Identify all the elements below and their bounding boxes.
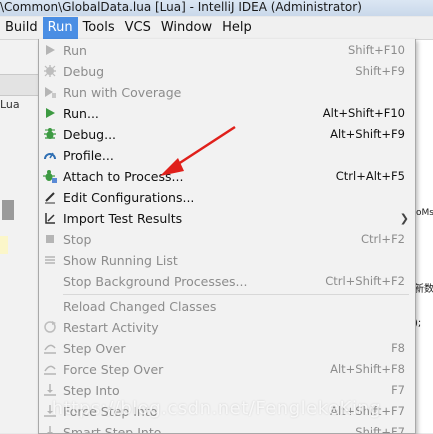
menu-item-debug-dialog[interactable]: Debug... Alt+Shift+F9: [39, 124, 415, 145]
run-icon: [43, 43, 57, 57]
submenu-arrow-icon: ❯: [399, 212, 409, 225]
list-icon: [43, 253, 57, 267]
window-title: \Common\GlobalData.lua [Lua] - IntelliJ …: [0, 0, 362, 14]
run-icon: [43, 106, 57, 120]
run-menu-dropdown: Run Shift+F10 Debug Shift+F9 Run with Co…: [38, 39, 416, 434]
gutter-selection: [2, 200, 14, 220]
force-step-into-icon: [43, 404, 57, 418]
editor-code-area[interactable]: oMsg 新数 );: [414, 40, 433, 433]
menu-item-shortcut: Ctrl+Alt+F5: [335, 169, 405, 183]
editor-tab[interactable]: [0, 74, 38, 96]
menu-item-reload-changed-classes[interactable]: Reload Changed Classes: [39, 296, 415, 317]
menu-item-label: Profile...: [63, 148, 114, 163]
menu-window[interactable]: Window: [156, 17, 217, 39]
menu-item-label: Run...: [63, 106, 99, 121]
attach-icon: [43, 169, 57, 183]
menu-item-label: Import Test Results: [63, 211, 183, 226]
menu-item-label: Run: [63, 43, 87, 58]
menu-build[interactable]: Build: [0, 17, 43, 39]
window-title-bar: \Common\GlobalData.lua [Lua] - IntelliJ …: [0, 0, 433, 16]
profile-icon: [43, 148, 57, 162]
menu-item-force-step-over[interactable]: Force Step Over Alt+Shift+F8: [39, 359, 415, 380]
debug-icon: [43, 64, 57, 78]
menu-item-shortcut: Ctrl+Shift+F2: [325, 274, 405, 288]
menu-item-label: Debug...: [63, 127, 117, 142]
menu-item-label: Attach to Process...: [63, 169, 184, 184]
menu-separator: [63, 294, 409, 295]
menu-item-label: Run with Coverage: [63, 85, 182, 100]
menu-item-run-with-coverage[interactable]: Run with Coverage: [39, 82, 415, 103]
menu-item-restart-activity[interactable]: Restart Activity: [39, 317, 415, 338]
menu-bar: Build Run Tools VCS Window Help: [0, 17, 433, 40]
code-fragment: 新数: [414, 284, 433, 295]
menu-item-shortcut: Alt+Shift+F8: [330, 362, 405, 376]
restart-icon: [43, 320, 57, 334]
menu-item-shortcut: F8: [391, 341, 405, 355]
coverage-icon: [43, 85, 57, 99]
menu-item-label: Reload Changed Classes: [63, 299, 217, 314]
menu-item-attach-to-process[interactable]: Attach to Process... Ctrl+Alt+F5: [39, 166, 415, 187]
menu-item-shortcut: Alt+Shift+F9: [330, 127, 405, 141]
step-into-icon: [43, 383, 57, 397]
menu-item-show-running-list[interactable]: Show Running List: [39, 250, 415, 271]
menu-item-shortcut: Shift+F7: [355, 425, 405, 434]
menu-item-label: Restart Activity: [63, 320, 159, 335]
step-over-icon: [43, 341, 57, 355]
debug-icon: [43, 127, 57, 141]
stop-icon: [43, 232, 57, 246]
menu-vcs[interactable]: VCS: [120, 17, 156, 39]
edit-icon: [43, 190, 57, 204]
current-line-highlight: [0, 236, 8, 254]
menu-item-stop-background-processes[interactable]: Stop Background Processes... Ctrl+Shift+…: [39, 271, 415, 292]
menu-help[interactable]: Help: [217, 17, 257, 39]
menu-item-label: Force Step Into: [63, 404, 158, 419]
project-panel: Lua: [0, 40, 38, 433]
menu-item-stop[interactable]: Stop Ctrl+F2: [39, 229, 415, 250]
menu-item-label: Step Over: [63, 341, 126, 356]
menu-item-run[interactable]: Run Shift+F10: [39, 40, 415, 61]
menu-item-debug[interactable]: Debug Shift+F9: [39, 61, 415, 82]
menu-item-label: Show Running List: [63, 253, 178, 268]
menu-item-run-dialog[interactable]: Run... Alt+Shift+F10: [39, 103, 415, 124]
menu-item-label: Edit Configurations...: [63, 190, 195, 205]
menu-item-label: Stop: [63, 232, 92, 247]
menu-item-label: Smart Step Into: [63, 425, 162, 434]
menu-item-shortcut: Alt+Shift+F10: [322, 106, 405, 120]
menu-tools[interactable]: Tools: [78, 17, 120, 39]
menu-item-import-test-results[interactable]: Import Test Results ❯: [39, 208, 415, 229]
menu-item-profile[interactable]: Profile...: [39, 145, 415, 166]
menu-item-shortcut: F7: [391, 383, 405, 397]
menu-item-shortcut: Shift+F10: [347, 43, 405, 57]
menu-run[interactable]: Run: [42, 17, 78, 39]
menu-item-step-into[interactable]: Step Into F7: [39, 380, 415, 401]
menu-item-smart-step-into[interactable]: Smart Step Into Shift+F7: [39, 422, 415, 434]
menu-item-force-step-into[interactable]: Force Step Into Alt+Shift+F7: [39, 401, 415, 422]
editor-tab-label: Lua: [0, 98, 20, 111]
menu-item-label: Debug: [63, 64, 105, 79]
menu-item-label: Step Into: [63, 383, 120, 398]
menu-item-shortcut: Shift+F9: [355, 64, 405, 78]
menu-item-label: Force Step Over: [63, 362, 164, 377]
menu-item-step-over[interactable]: Step Over F8: [39, 338, 415, 359]
force-step-over-icon: [43, 362, 57, 376]
menu-item-label: Stop Background Processes...: [63, 274, 248, 289]
menu-item-edit-configurations[interactable]: Edit Configurations...: [39, 187, 415, 208]
code-fragment: oMsg: [416, 208, 433, 218]
menu-item-shortcut: Alt+Shift+F7: [330, 404, 405, 418]
menu-item-shortcut: Ctrl+F2: [360, 232, 405, 246]
import-test-icon: [43, 211, 57, 225]
